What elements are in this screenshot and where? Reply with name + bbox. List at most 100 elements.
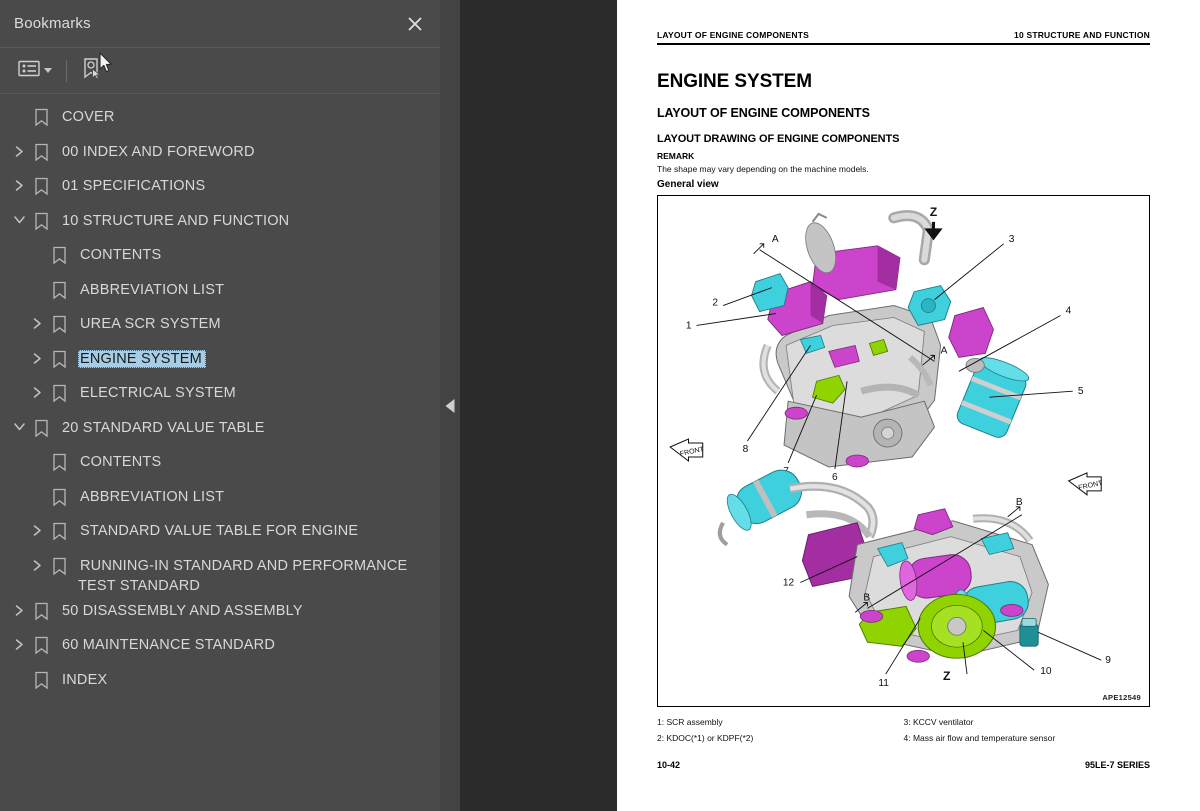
bookmark-icon [48, 487, 70, 507]
orientation-badge-front-top: FRONT [669, 438, 705, 462]
bookmark-item-60-maintenance-standard[interactable]: 60 MAINTENANCE STANDARD [0, 630, 440, 665]
callout-1: 1 [686, 321, 692, 332]
legend-column-right: 3: KCCV ventilator 4: Mass air flow and t… [904, 714, 1151, 746]
bookmark-options-button[interactable] [14, 57, 56, 85]
bookmark-item-00-index-and-foreword[interactable]: 00 INDEX AND FOREWORD [0, 137, 440, 172]
leader-1 [696, 313, 776, 326]
section-marker-b-1: B [1016, 497, 1023, 508]
figure-code: APE12549 [1102, 693, 1141, 702]
bookmark-label: UREA SCR SYSTEM [80, 316, 221, 332]
bookmarks-panel-header: Bookmarks [0, 0, 440, 47]
bookmarks-panel: Bookmarks COVER 00 INDEX AND FOREWORD 01… [0, 0, 440, 811]
legend-item: 4: Mass air flow and temperature sensor [903, 733, 1056, 743]
new-bookmark-icon [81, 57, 102, 85]
bookmark-label: 10 STRUCTURE AND FUNCTION [62, 212, 290, 229]
chevron-right-icon[interactable] [8, 142, 30, 158]
orientation-badge-front-bottom: FRONT [1067, 472, 1104, 496]
chevron-right-icon[interactable] [26, 521, 48, 537]
bookmark-icon [30, 176, 52, 196]
figure-caption: General view [657, 179, 719, 190]
bookmark-label: 01 SPECIFICATIONS [62, 178, 206, 194]
chevron-right-icon[interactable] [8, 635, 30, 651]
chevron-down-icon[interactable] [8, 211, 30, 225]
chevron-right-icon[interactable] [26, 383, 48, 399]
bookmark-icon [30, 670, 52, 690]
bookmark-item-abbreviation-list[interactable]: ABBREVIATION LIST [0, 482, 440, 517]
subsection-heading: LAYOUT DRAWING OF ENGINE COMPONENTS [657, 133, 900, 145]
chevron-right-icon[interactable] [26, 349, 48, 365]
bookmark-icon [30, 211, 52, 231]
chevron-down-icon [44, 68, 52, 73]
bookmark-icon [48, 245, 70, 265]
chevron-right-icon[interactable] [26, 556, 48, 572]
new-bookmark-button[interactable] [77, 54, 106, 88]
chevron-down-icon[interactable] [8, 418, 30, 432]
bookmark-item-20-standard-value-table[interactable]: 20 STANDARD VALUE TABLE [0, 413, 440, 448]
chevron-right-icon[interactable] [8, 176, 30, 192]
callout-3: 3 [1009, 234, 1015, 245]
view-marker-z-bottom: Z [943, 669, 951, 683]
callout-12: 12 [783, 578, 795, 589]
bookmark-item-10-structure-and-function[interactable]: 10 STRUCTURE AND FUNCTION [0, 206, 440, 241]
bookmark-item-50-disassembly-and-assembly[interactable]: 50 DISASSEMBLY AND ASSEMBLY [0, 596, 440, 631]
sidebar-splitter[interactable] [440, 0, 460, 811]
bookmark-item-engine-system[interactable]: ENGINE SYSTEM [0, 344, 440, 379]
document-viewer[interactable]: LAYOUT OF ENGINE COMPONENTS 10 STRUCTURE… [460, 0, 1200, 811]
collapse-left-arrow-icon[interactable] [445, 398, 455, 413]
bookmark-item-index[interactable]: INDEX [0, 665, 440, 700]
section-marker-b-2: B [863, 592, 870, 603]
toolbar-divider [66, 59, 67, 82]
remark-text: The shape may vary depending on the mach… [657, 164, 869, 174]
bookmark-label: ELECTRICAL SYSTEM [80, 385, 236, 401]
engine-top-view: Z A A 2 1 3 4 5 6 8 FRONT [669, 205, 1084, 483]
bookmarks-tree[interactable]: COVER 00 INDEX AND FOREWORD 01 SPECIFICATI… [0, 94, 440, 811]
bookmark-label: CONTENTS [80, 454, 162, 470]
bookmark-icon [30, 601, 52, 621]
bookmark-item-running-in-standard-and-performance-test-standard[interactable]: RUNNING-IN STANDARD AND PERFORMANCE TEST… [0, 551, 440, 596]
page-number: 10-42 [657, 760, 681, 770]
engine-diagram: Z A A 2 1 3 4 5 6 8 FRONT B B Z 12 11 10… [669, 205, 1111, 689]
chevron-right-icon[interactable] [26, 314, 48, 330]
bookmark-label: COVER [62, 109, 115, 125]
bookmark-label: ABBREVIATION LIST [80, 488, 225, 505]
leader-9 [1038, 631, 1102, 661]
engine-bottom-view: B B Z 12 11 10 9 FRONT [717, 469, 1111, 689]
figure-legend: 1: SCR assembly 2: KDOC(*1) or KDPF(*2) 3… [657, 714, 1150, 746]
section-marker-a-1: A [772, 234, 779, 245]
bookmark-label: 20 STANDARD VALUE TABLE [62, 419, 265, 436]
page-title: ENGINE SYSTEM [657, 71, 812, 92]
header-rule [657, 43, 1150, 45]
callout-10: 10 [1040, 666, 1052, 677]
bookmark-icon [30, 142, 52, 162]
callout-11: 11 [878, 678, 889, 689]
bookmark-item-contents[interactable]: CONTENTS [0, 240, 440, 275]
chevron-right-icon[interactable] [8, 601, 30, 617]
callout-6: 6 [832, 472, 838, 483]
bookmark-label: 60 MAINTENANCE STANDARD [62, 637, 276, 653]
bookmark-icon [30, 418, 52, 438]
remark-label: REMARK [657, 151, 695, 161]
bookmark-label: ABBREVIATION LIST [80, 281, 225, 298]
bookmark-item-standard-value-table-for-engine[interactable]: STANDARD VALUE TABLE FOR ENGINE [0, 516, 440, 551]
bookmark-item-electrical-system[interactable]: ELECTRICAL SYSTEM [0, 378, 440, 413]
pdf-reader-window: Bookmarks COVER 00 INDEX AND FOREWORD 01… [0, 0, 1200, 811]
bookmark-label: 00 INDEX AND FOREWORD [62, 143, 255, 160]
bookmark-icon [48, 349, 70, 369]
bookmark-label: INDEX [62, 671, 108, 688]
bookmark-item-01-specifications[interactable]: 01 SPECIFICATIONS [0, 171, 440, 206]
bookmark-icon [48, 383, 70, 403]
leader-3 [934, 243, 1004, 300]
bookmark-icon [30, 107, 52, 127]
callout-9: 9 [1105, 655, 1111, 666]
close-icon[interactable] [404, 13, 426, 35]
bookmark-item-cover[interactable]: COVER [0, 102, 440, 137]
section-heading: LAYOUT OF ENGINE COMPONENTS [657, 106, 870, 120]
bookmark-item-urea-scr-system[interactable]: UREA SCR SYSTEM [0, 309, 440, 344]
bookmark-item-abbreviation-list[interactable]: ABBREVIATION LIST [0, 275, 440, 310]
bookmark-icon [48, 314, 70, 334]
callout-2: 2 [712, 298, 718, 309]
bookmark-item-contents[interactable]: CONTENTS [0, 447, 440, 482]
